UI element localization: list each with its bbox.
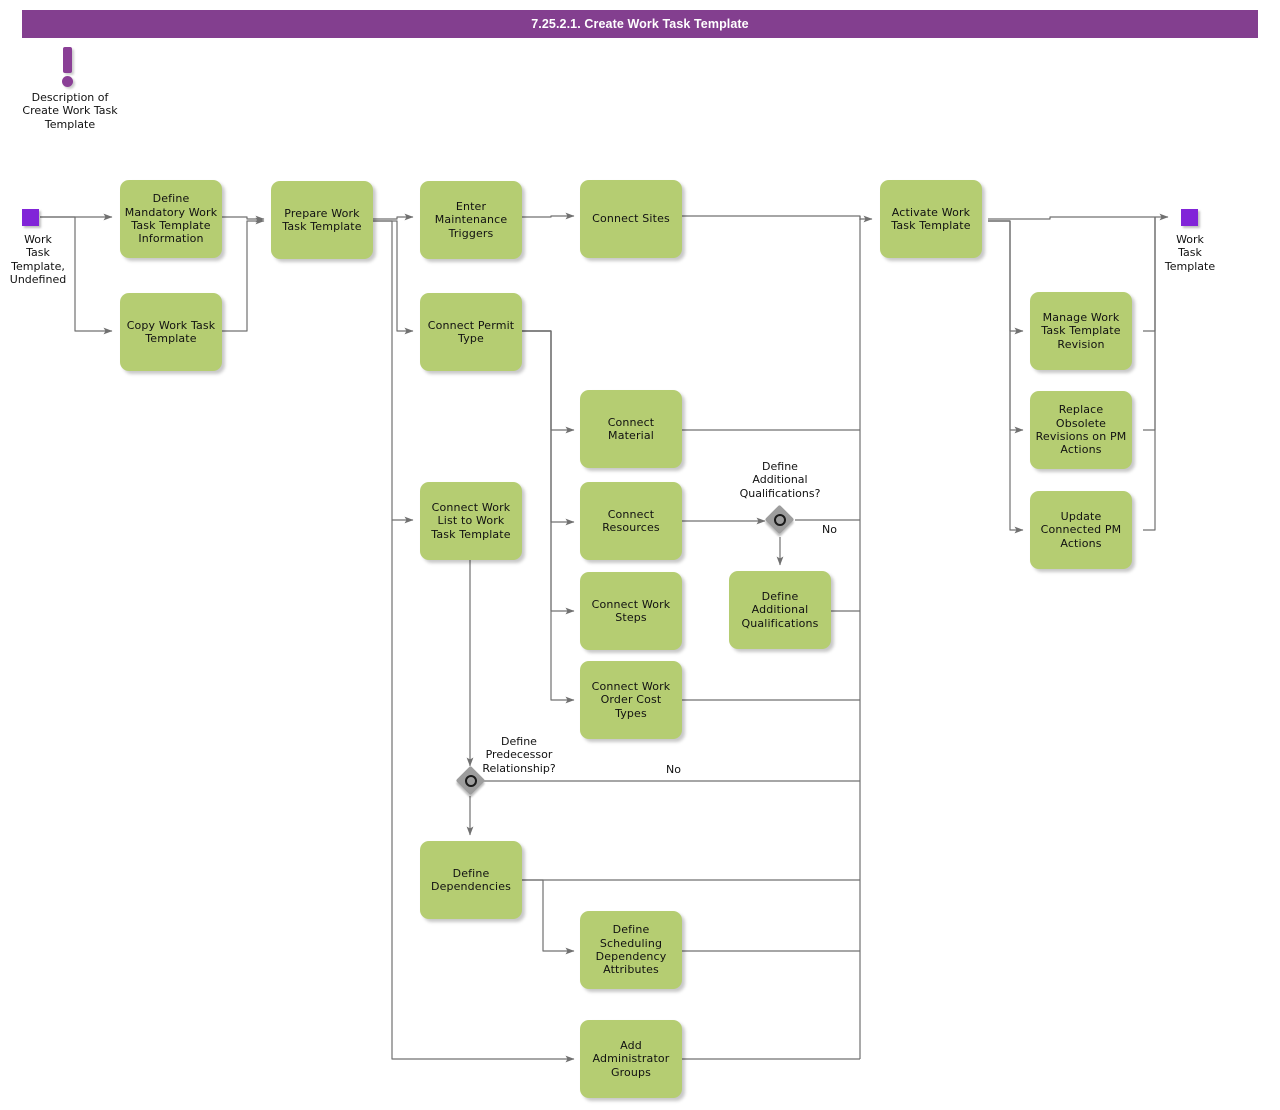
gateway-label-define-predecessor-relationship: Define Predecessor Relationship? (482, 735, 556, 775)
task-label: Connect Work Steps (591, 597, 671, 624)
page-title: 7.25.2.1. Create Work Task Template (531, 17, 749, 31)
task-label: Define Mandatory Work Task Template Info… (124, 192, 218, 246)
end-event[interactable] (1181, 209, 1198, 226)
diagram-title-bar: 7.25.2.1. Create Work Task Template (22, 10, 1258, 38)
task-define-dependencies[interactable]: Define Dependencies (420, 841, 522, 919)
task-connect-work-list-to-work-task-template[interactable]: Connect Work List to Work Task Template (420, 482, 522, 560)
task-label: Connect Sites (592, 212, 670, 226)
task-copy-work-task-template[interactable]: Copy Work Task Template (120, 293, 222, 371)
task-label: Connect Material (607, 415, 655, 442)
task-manage-work-task-template-revision[interactable]: Manage Work Task Template Revision (1030, 292, 1132, 370)
task-prepare-work-task-template[interactable]: Prepare Work Task Template (271, 181, 373, 259)
process-diagram-canvas: 7.25.2.1. Create Work Task Template Desc… (0, 0, 1280, 1110)
gateway-define-additional-qualifications[interactable] (764, 504, 795, 535)
gateway-label-define-additional-qualifications: Define Additional Qualifications? (739, 460, 821, 500)
task-label: Add Administrator Groups (592, 1038, 670, 1079)
end-event-label: Work Task Template (1164, 233, 1216, 273)
exclamation-icon (62, 47, 76, 87)
task-label: Prepare Work Task Template (282, 206, 362, 233)
gateway-inclusive-ring-icon (465, 775, 477, 787)
task-activate-work-task-template[interactable]: Activate Work Task Template (880, 180, 982, 258)
exclamation-bar (63, 47, 72, 73)
task-label: Activate Work Task Template (891, 205, 971, 232)
task-add-administrator-groups[interactable]: Add Administrator Groups (580, 1020, 682, 1098)
task-connect-work-order-cost-types[interactable]: Connect Work Order Cost Types (580, 661, 682, 739)
start-event-label: Work Task Template, Undefined (9, 233, 67, 287)
task-label: Define Additional Qualifications (741, 589, 819, 630)
task-connect-resources[interactable]: Connect Resources (580, 482, 682, 560)
task-label: Enter Maintenance Triggers (434, 199, 508, 240)
flow-label-predecessor-no: No (666, 763, 681, 776)
task-label: Manage Work Task Template Revision (1041, 310, 1121, 351)
task-connect-sites[interactable]: Connect Sites (580, 180, 682, 258)
task-label: Define Dependencies (430, 866, 512, 893)
task-label: Update Connected PM Actions (1040, 509, 1122, 550)
task-update-connected-pm-actions[interactable]: Update Connected PM Actions (1030, 491, 1132, 569)
task-define-mandatory-work-task-template-information[interactable]: Define Mandatory Work Task Template Info… (120, 180, 222, 258)
task-label: Connect Resources (602, 507, 660, 534)
gateway-inclusive-ring-icon (774, 514, 786, 526)
task-connect-work-steps[interactable]: Connect Work Steps (580, 572, 682, 650)
start-event[interactable] (22, 209, 39, 226)
task-define-additional-qualifications[interactable]: Define Additional Qualifications (729, 571, 831, 649)
exclamation-dot (62, 76, 73, 87)
task-connect-material[interactable]: Connect Material (580, 390, 682, 468)
task-label: Connect Work List to Work Task Template (431, 500, 511, 541)
task-replace-obsolete-revisions-on-pm-actions[interactable]: Replace Obsolete Revisions on PM Actions (1030, 391, 1132, 469)
task-label: Connect Work Order Cost Types (591, 679, 671, 720)
task-label: Replace Obsolete Revisions on PM Actions (1035, 403, 1127, 457)
task-define-scheduling-dependency-attributes[interactable]: Define Scheduling Dependency Attributes (580, 911, 682, 989)
flow-label-qualifications-no: No (822, 523, 837, 536)
task-label: Define Scheduling Dependency Attributes (595, 923, 667, 977)
annotation-text: Description of Create Work Task Template (22, 91, 118, 131)
task-connect-permit-type[interactable]: Connect Permit Type (420, 293, 522, 371)
task-enter-maintenance-triggers[interactable]: Enter Maintenance Triggers (420, 181, 522, 259)
task-label: Connect Permit Type (427, 318, 515, 345)
task-label: Copy Work Task Template (126, 318, 216, 345)
